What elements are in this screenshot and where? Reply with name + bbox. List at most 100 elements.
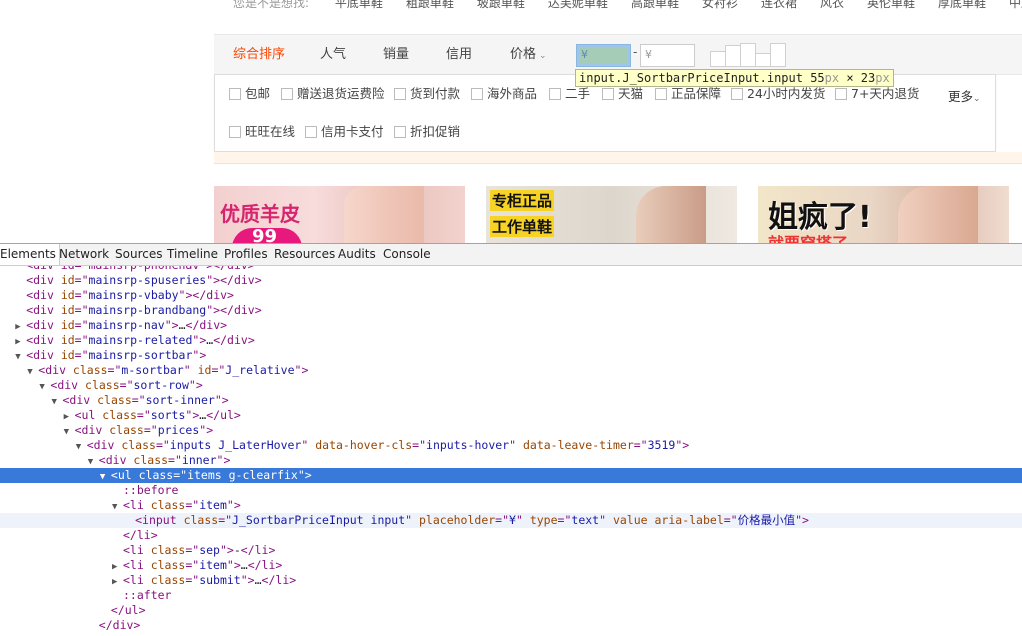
filter-option[interactable]: 旺旺在线 (229, 124, 295, 140)
sort-tab-price[interactable]: 价格 ⌄ (510, 35, 547, 75)
dom-node-row[interactable]: <li class="sep">-</li> (0, 543, 1022, 558)
promo-banner[interactable]: 优质羊皮 99 (214, 186, 465, 243)
tooltip-unit: px (824, 71, 840, 85)
tag-close: > (247, 573, 255, 587)
promo-banner[interactable]: 专柜正品 工作单鞋 (486, 186, 737, 243)
dom-node-row[interactable]: <div id="mainsrp-vbaby"></div> (0, 288, 1022, 303)
price-min-input[interactable]: ¥ (576, 44, 631, 67)
devtools-tab-resources[interactable]: Resources (274, 244, 335, 265)
dom-node-row[interactable]: ::before (0, 483, 1022, 498)
filter-option[interactable]: 二手 (549, 86, 590, 102)
dom-node-row[interactable]: <div id="mainsrp-spuseries"></div> (0, 273, 1022, 288)
promo-banner[interactable]: 姐疯了! 就要穿搭了 (758, 186, 1009, 243)
devtools-tab-audits[interactable]: Audits (338, 244, 376, 265)
dom-node-row[interactable]: </div> (0, 618, 1022, 633)
attr-eq: =" (218, 513, 233, 527)
dom-node-row[interactable]: ▼ <div class="m-sortbar" id="J_relative"> (0, 363, 1022, 378)
sort-tab-popularity[interactable]: 人气 (320, 35, 346, 75)
checkbox[interactable] (549, 88, 561, 100)
dom-node-row[interactable]: ▼ <li class="item"> (0, 498, 1022, 513)
keyword-link[interactable]: 平底单鞋 (335, 0, 383, 11)
attr-eq: =" (143, 423, 158, 437)
checkbox[interactable] (394, 126, 406, 138)
keyword-link[interactable]: 厚底单鞋 (938, 0, 986, 11)
attr-eq: =" (74, 288, 89, 302)
filter-option[interactable]: 信用卡支付 (305, 124, 384, 140)
checkbox[interactable] (305, 126, 317, 138)
price-range-bar[interactable] (770, 43, 786, 67)
tag-close: > (233, 498, 241, 512)
devtools-tab-timeline[interactable]: Timeline (167, 244, 218, 265)
filter-option[interactable]: 包邮 (229, 86, 270, 102)
devtools-tab-network[interactable]: Network (59, 244, 109, 265)
checkbox[interactable] (835, 88, 847, 100)
checkbox[interactable] (471, 88, 483, 100)
sort-tab-default[interactable]: 综合排序 (233, 35, 285, 75)
devtools-tab-sources[interactable]: Sources (115, 244, 162, 265)
checkbox[interactable] (229, 88, 241, 100)
checkbox[interactable] (655, 88, 667, 100)
dom-node-row[interactable]: ▼ <div class="sort-row"> (0, 378, 1022, 393)
price-distribution-chart[interactable] (710, 43, 786, 67)
keyword-link[interactable]: 女衬衫 (702, 0, 738, 11)
checkbox[interactable] (602, 88, 614, 100)
filter-option[interactable]: 货到付款 (394, 86, 460, 102)
dom-node-row[interactable]: ▼ <div class="inputs J_LaterHover" data-h… (0, 438, 1022, 453)
attr-name: type (522, 513, 558, 527)
filter-option[interactable]: 赠送退货运费险 (281, 86, 385, 102)
price-separator: - (633, 45, 638, 59)
attr-name: class (176, 513, 219, 527)
filter-label: 7+天内退货 (851, 86, 920, 101)
dom-node-row[interactable]: ▶ <ul class="sorts">…</ul> (0, 408, 1022, 423)
dom-node-row[interactable]: <div id="mainsrp-phonenav"></div> (0, 266, 1022, 273)
keywords-label: 您是不是想找: (233, 0, 310, 10)
dom-node-row[interactable]: ▼ <div class="inner"> (0, 453, 1022, 468)
dom-node-row[interactable]: ▼ <div id="mainsrp-sortbar"> (0, 348, 1022, 363)
attr-eq: =" (557, 513, 572, 527)
price-range-bar[interactable] (755, 53, 771, 67)
filter-option[interactable]: 海外商品 (471, 86, 537, 102)
dom-node-row[interactable]: ▶ <li class="item">…</li> (0, 558, 1022, 573)
filter-option[interactable]: 正品保障 (655, 86, 721, 102)
checkbox[interactable] (281, 88, 293, 100)
attr-quote: " (219, 543, 227, 557)
filter-option[interactable]: 7+天内退货 (835, 86, 919, 102)
price-range-bar[interactable] (725, 45, 741, 67)
dom-node-row[interactable]: ▶ <div id="mainsrp-nav">…</div> (0, 318, 1022, 333)
dom-node-row[interactable]: <div id="mainsrp-brandbang"></div> (0, 303, 1022, 318)
price-range-bar[interactable] (740, 43, 756, 67)
tag-close: > (304, 468, 312, 482)
dom-node-row[interactable]: ▶ <div id="mainsrp-related">…</div> (0, 333, 1022, 348)
devtools-tab-console[interactable]: Console (383, 244, 431, 265)
devtools-tab-elements[interactable]: Elements (0, 244, 60, 265)
dom-node-row[interactable]: ▶ <li class="submit">…</li> (0, 573, 1022, 588)
keyword-link[interactable]: 高跟单鞋 (631, 0, 679, 11)
filter-option[interactable]: 折扣促销 (394, 124, 460, 140)
keyword-link[interactable]: 粗跟单鞋 (406, 0, 454, 11)
filter-option[interactable]: 24小时内发货 (731, 86, 825, 102)
keyword-link[interactable]: 风衣 (820, 0, 844, 11)
keyword-link[interactable]: 坡跟单鞋 (477, 0, 525, 11)
dom-node-row[interactable]: </li> (0, 528, 1022, 543)
keyword-link[interactable]: 英伦单鞋 (867, 0, 915, 11)
sort-tab-sales[interactable]: 销量 (383, 35, 409, 75)
filter-option[interactable]: 天猫 (602, 86, 643, 102)
checkbox[interactable] (394, 88, 406, 100)
dom-node-row[interactable]: </ul> (0, 603, 1022, 618)
sort-tab-credit[interactable]: 信用 (446, 35, 472, 75)
tag-open: <div (98, 453, 127, 467)
price-range-bar[interactable] (710, 51, 726, 67)
more-filters-button[interactable]: 更多⌄ (948, 86, 981, 105)
checkbox[interactable] (731, 88, 743, 100)
checkbox[interactable] (229, 126, 241, 138)
keyword-link[interactable]: 连衣裙 (761, 0, 797, 11)
keyword-link[interactable]: 中跟单鞋 (1009, 0, 1022, 11)
price-max-input[interactable]: ¥ (640, 44, 695, 67)
dom-node-row[interactable]: ▼ <div class="sort-inner"> (0, 393, 1022, 408)
keyword-link[interactable]: 达芙妮单鞋 (548, 0, 608, 11)
devtools-tab-profiles[interactable]: Profiles (224, 244, 268, 265)
dom-node-row[interactable]: ▼ <ul class="items g-clearfix"> (0, 468, 1022, 483)
dom-node-row[interactable]: ::after (0, 588, 1022, 603)
dom-node-row[interactable]: <input class="J_SortbarPriceInput input"… (0, 513, 1022, 528)
dom-node-row[interactable]: ▼ <div class="prices"> (0, 423, 1022, 438)
